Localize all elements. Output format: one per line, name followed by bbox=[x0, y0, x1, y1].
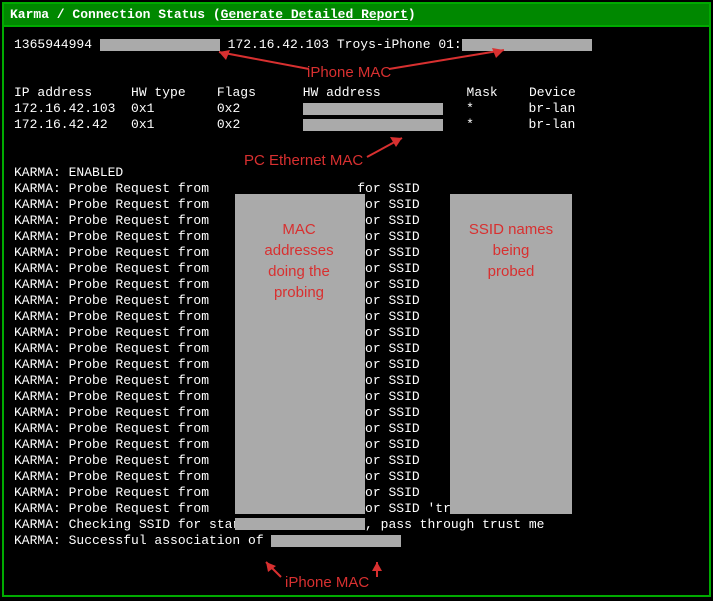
karma-success: KARMA: Successful association of bbox=[14, 533, 264, 548]
redacted-bar bbox=[303, 119, 443, 131]
col-flags: Flags bbox=[217, 85, 256, 100]
r1-ip: 172.16.42.42 bbox=[14, 117, 108, 132]
col-mask: Mask bbox=[467, 85, 498, 100]
top-ip: 172.16.42.103 bbox=[228, 37, 329, 52]
r1-dev: br-lan bbox=[529, 117, 576, 132]
last-mac-redaction bbox=[235, 518, 365, 530]
redacted-bar bbox=[271, 535, 401, 547]
karma-enabled: KARMA: ENABLED bbox=[14, 165, 123, 180]
arrow-icon bbox=[372, 559, 402, 579]
r1-flags: 0x2 bbox=[217, 117, 240, 132]
redacted-bar bbox=[100, 39, 220, 51]
r0-mask: * bbox=[466, 101, 474, 116]
annot-iphone-mac-bottom: iPhone MAC bbox=[285, 574, 369, 592]
col-device: Device bbox=[529, 85, 576, 100]
redacted-bar bbox=[303, 103, 443, 115]
r1-mask: * bbox=[466, 117, 474, 132]
r1-hwtype: 0x1 bbox=[131, 117, 154, 132]
r0-dev: br-lan bbox=[529, 101, 576, 116]
header-title: Karma / Connection Status bbox=[10, 7, 205, 22]
mac-redaction-overlay bbox=[235, 194, 365, 514]
col-hwtype: HW type bbox=[131, 85, 186, 100]
ssid-redaction-overlay bbox=[450, 194, 572, 514]
top-timestamp: 1365944994 bbox=[14, 37, 92, 52]
header-bar: Karma / Connection Status (Generate Deta… bbox=[4, 4, 709, 27]
generate-report-link[interactable]: Generate Detailed Report bbox=[221, 7, 408, 22]
top-host: Troys-iPhone bbox=[337, 37, 431, 52]
top-suffix: 01: bbox=[438, 37, 461, 52]
redacted-bar bbox=[462, 39, 592, 51]
arrow-icon bbox=[256, 559, 286, 579]
col-ip: IP address bbox=[14, 85, 92, 100]
r0-flags: 0x2 bbox=[217, 101, 240, 116]
r0-ip: 172.16.42.103 bbox=[14, 101, 115, 116]
r0-hwtype: 0x1 bbox=[131, 101, 154, 116]
col-hwaddr: HW address bbox=[303, 85, 381, 100]
